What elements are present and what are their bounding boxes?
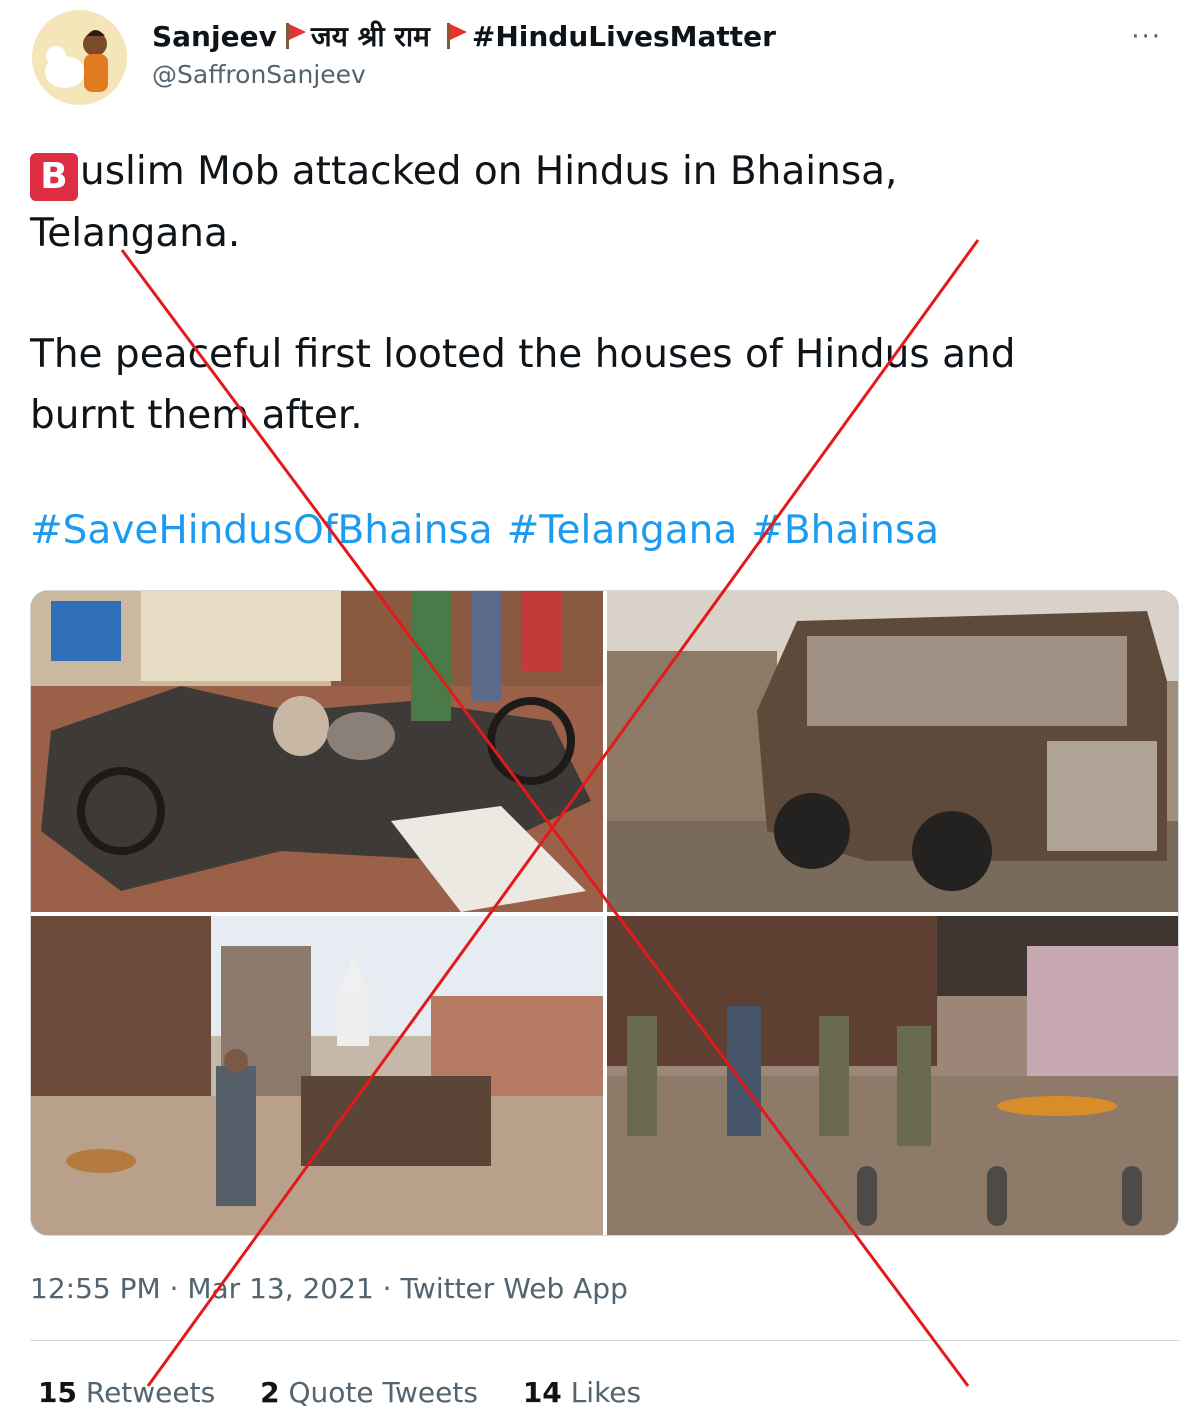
photo-burnt-motorcycles[interactable] xyxy=(31,591,603,912)
photo-damaged-street[interactable] xyxy=(31,916,603,1235)
likes-label: Likes xyxy=(570,1376,642,1409)
hashtag-list: #SaveHindusOfBhainsa #Telangana #Bhainsa xyxy=(30,508,953,553)
retweets-stat[interactable]: 15 Retweets xyxy=(38,1376,215,1409)
likes-stat[interactable]: 14 Likes xyxy=(523,1376,641,1409)
hashtag-link[interactable]: #SaveHindusOfBhainsa xyxy=(30,508,493,553)
tweet-timestamp[interactable]: 12:55 PM · Mar 13, 2021 · Twitter Web Ap… xyxy=(30,1272,628,1305)
name-hashtag: #HinduLivesMatter xyxy=(471,19,776,53)
tweet-text-segment: uslim Mob attacked on Hindus in Bhainsa, xyxy=(80,149,898,194)
tweet-text-line-3: The peaceful first looted the houses of … xyxy=(30,332,1016,377)
tweet-text-line-2: Telangana. xyxy=(30,211,241,256)
media-grid xyxy=(30,590,1179,1236)
retweets-count: 15 xyxy=(38,1376,77,1409)
b-button-emoji-icon: B xyxy=(30,153,78,201)
retweets-label: Retweets xyxy=(85,1376,216,1409)
likes-count: 14 xyxy=(522,1376,562,1409)
quote-tweets-label: Quote Tweets xyxy=(288,1376,478,1409)
hashtag-link[interactable]: #Telangana xyxy=(507,508,738,553)
hashtag-link[interactable]: #Bhainsa xyxy=(751,508,939,553)
quote-tweets-stat[interactable]: 2 Quote Tweets xyxy=(260,1376,478,1409)
avatar[interactable] xyxy=(32,10,127,105)
name-devanagari: जय श्री राम xyxy=(310,20,430,53)
tweet-text-line-4: burnt them after. xyxy=(30,393,363,438)
flag-icon xyxy=(446,23,468,49)
tweet-text-line-1: Buslim Mob attacked on Hindus in Bhainsa… xyxy=(30,142,897,202)
quote-tweets-count: 2 xyxy=(260,1376,280,1409)
flag-icon xyxy=(285,23,307,49)
photo-police-street[interactable] xyxy=(607,916,1178,1235)
engagement-stats: 15 Retweets 2 Quote Tweets 14 Likes xyxy=(38,1376,677,1409)
photo-burnt-van[interactable] xyxy=(607,591,1178,912)
display-name-line[interactable]: Sanjeev जय श्री राम #HinduLivesMatter xyxy=(152,16,776,56)
divider xyxy=(30,1340,1180,1341)
display-name[interactable]: Sanjeev xyxy=(152,20,277,53)
more-icon[interactable]: ··· xyxy=(1131,22,1162,52)
user-handle[interactable]: @SaffronSanjeev xyxy=(152,60,366,89)
